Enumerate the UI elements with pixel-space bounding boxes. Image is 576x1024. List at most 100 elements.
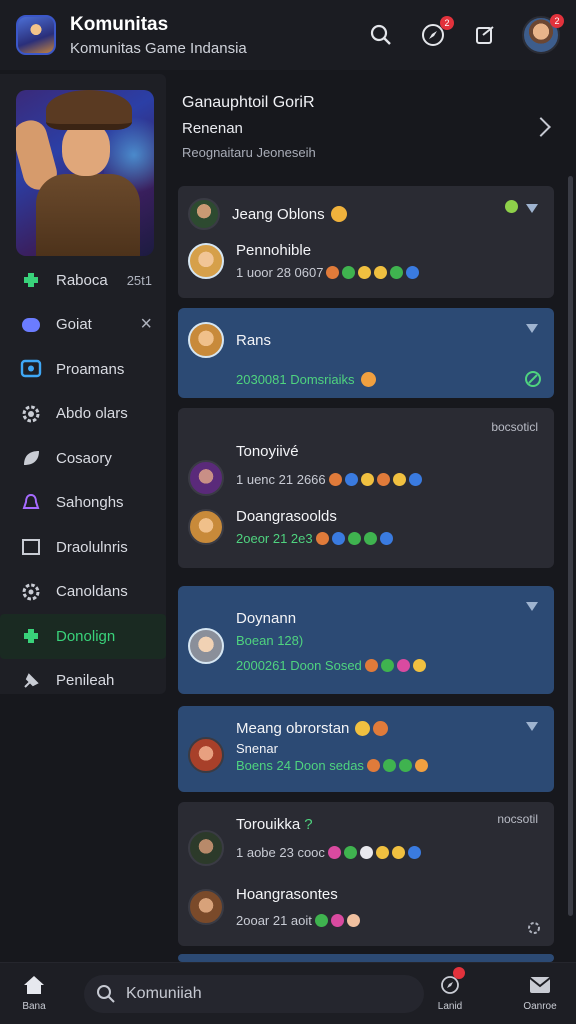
share-icon	[476, 26, 494, 44]
emoji-icon	[347, 532, 361, 545]
home-icon	[21, 973, 47, 997]
post-title: Hoangrasontes	[236, 886, 338, 903]
post-meta: 1 uenc 21 2666	[236, 472, 326, 487]
post-meta: 1 aobe 23 cooc	[236, 845, 325, 860]
square-icon	[20, 536, 42, 558]
post-meta: 2ooar 21 aoit	[236, 913, 312, 928]
post-meta: 2000261 Doon Sosed	[236, 658, 362, 673]
post-author: Jeang Oblons	[232, 205, 325, 223]
sidebar-item-label: Draolulnris	[56, 538, 128, 556]
featured-community[interactable]: Ganauphtoil GoriR Renenan Reognaitaru Je…	[178, 74, 556, 174]
dropdown-icon[interactable]	[526, 722, 538, 731]
avatar	[188, 198, 220, 230]
profile-avatar[interactable]: 2	[522, 14, 564, 54]
game-cover-image[interactable]	[16, 90, 154, 256]
tab-left-label: Lanid	[437, 1001, 463, 1012]
emoji-icon	[412, 659, 426, 672]
sidebar-menu: Raboca 25t1 Goiat × Proamans Abdo olars Cosaor…	[0, 258, 166, 703]
sidebar-item-abdo-olars[interactable]: Abdo olars	[0, 392, 166, 437]
dropdown-icon[interactable]	[526, 204, 538, 213]
dropdown-icon[interactable]	[526, 324, 538, 333]
post-meta: 2030081 Domsriaiks	[236, 372, 355, 387]
emoji-icon	[392, 473, 406, 486]
sidebar-item-label: Proamans	[56, 360, 125, 378]
emoji-icon	[359, 846, 373, 859]
emoji-icon	[408, 473, 422, 486]
avatar	[188, 830, 224, 866]
sidebar-item-donolign[interactable]: Donolign	[0, 614, 166, 659]
emoji-icon	[374, 266, 388, 279]
avatar	[188, 889, 224, 925]
sidebar-item-cosaory[interactable]: Cosaory	[0, 436, 166, 481]
sidebar-item-sahonghs[interactable]: Sahonghs	[0, 481, 166, 526]
emoji-icon	[355, 721, 371, 736]
search-bar[interactable]	[84, 975, 424, 1013]
avatar-badge: 2	[550, 14, 564, 28]
emoji-icon	[382, 759, 396, 772]
sidebar-item-label: Goiat	[56, 316, 92, 334]
leaf-icon	[20, 447, 42, 469]
post-card[interactable]: Doynann Boean 128) 2000261 Doon Sosed	[178, 586, 554, 694]
post-card[interactable]: Rans 2030081 Domsriaiks	[178, 308, 554, 398]
sidebar-item-goiat[interactable]: Goiat ×	[0, 303, 166, 348]
close-icon[interactable]: ×	[140, 313, 152, 336]
tab-home[interactable]: Bana	[4, 973, 64, 1012]
mail-icon	[527, 973, 553, 997]
post-card[interactable]: bocsoticl Tonoyiivé 1 uenc 21 2666 Doang	[178, 408, 554, 568]
sidebar-item-penileah[interactable]: Penileah	[0, 659, 166, 704]
app-logo[interactable]	[16, 15, 56, 55]
status-dot-icon	[505, 200, 518, 213]
emoji-icon	[360, 473, 374, 486]
emoji-icon	[328, 473, 342, 486]
sidebar-item-proamans[interactable]: Proamans	[0, 347, 166, 392]
post-author: Doynann	[236, 610, 297, 627]
emoji-icon	[327, 846, 341, 859]
sidebar-item-label: Penileah	[56, 672, 115, 690]
dropdown-icon[interactable]	[526, 602, 538, 611]
bell-icon	[20, 492, 42, 514]
post-card[interactable]: Meang obrorstan Snenar Boens 24 Doon sed…	[178, 706, 554, 792]
emoji-icon	[414, 759, 428, 772]
emoji-icon	[380, 659, 394, 672]
emoji-icon	[346, 914, 360, 927]
sidebar-item-label: Sahonghs	[56, 494, 124, 512]
tab-left[interactable]: Lanid	[420, 967, 480, 1012]
emoji-icon	[314, 914, 328, 927]
emoji-icon	[407, 846, 421, 859]
compass-icon	[437, 967, 465, 997]
post-title: Pennohible	[236, 242, 312, 259]
post-tag: bocsoticl	[491, 420, 538, 434]
emoji-icon	[375, 846, 389, 859]
post-card[interactable]: nocsotil Torouikka ? 1 aobe 23 cooc Hoan…	[178, 802, 554, 946]
post-title: Doangrasoolds	[236, 508, 337, 525]
scrollbar[interactable]	[568, 176, 573, 916]
emoji-icon	[358, 266, 372, 279]
share-button[interactable]	[470, 20, 500, 50]
post-subtitle: Boean 128)	[236, 633, 304, 648]
check-circle-icon[interactable]	[524, 370, 542, 388]
featured-subtitle: Renenan	[182, 120, 243, 137]
discord-icon	[20, 314, 42, 336]
gear-icon	[20, 403, 42, 425]
avatar	[188, 322, 224, 358]
bottom-nav: Bana Lanid Oanroe	[0, 962, 576, 1024]
sidebar-item-label: Raboca	[56, 271, 108, 289]
emoji-icon	[406, 266, 420, 279]
header-text: Komunitas Komunitas Game Indansia	[70, 14, 247, 57]
tab-right[interactable]: Oanroe	[510, 973, 570, 1012]
sidebar-item-draolulnris[interactable]: Draolulnris	[0, 525, 166, 570]
sidebar-item-label: Cosaory	[56, 449, 112, 467]
sidebar-item-canoldans[interactable]: Canoldans	[0, 570, 166, 615]
post-author: Rans	[236, 331, 272, 349]
featured-title: Ganauphtoil GoriR	[182, 94, 315, 111]
sidebar-item-raboca[interactable]: Raboca 25t1	[0, 258, 166, 303]
post-tag: nocsotil	[497, 812, 538, 826]
search-button[interactable]	[366, 20, 396, 50]
avatar	[188, 509, 224, 545]
feed: Ganauphtoil GoriR Renenan Reognaitaru Je…	[178, 74, 556, 962]
post-card[interactable]: Jeang Oblons Pennohible 1 uoor 28 0607	[178, 186, 554, 298]
emoji-icon	[363, 532, 377, 545]
notifications-button[interactable]: 2	[418, 16, 454, 50]
settings-icon[interactable]	[526, 920, 542, 936]
search-input[interactable]	[126, 985, 406, 1003]
